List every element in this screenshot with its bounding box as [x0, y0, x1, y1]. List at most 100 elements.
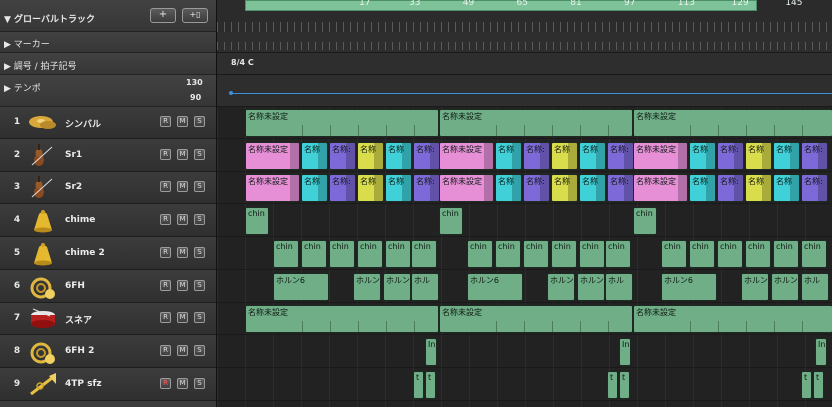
track-name[interactable]: 6FH 2: [65, 346, 94, 356]
region[interactable]: chin: [689, 239, 715, 268]
track-header-1[interactable]: 1 シンバル R M S: [0, 107, 216, 139]
region[interactable]: ホルン: [741, 272, 769, 301]
track-header-3[interactable]: 3 Sr2 R M S: [0, 172, 216, 205]
track-lane-5[interactable]: chin chin chin chin chin chin chin chin chin chin…: [217, 238, 832, 270]
solo-button[interactable]: S: [194, 377, 205, 389]
track-lane-7[interactable]: 名称未設定 名称未設定 名称未設定: [217, 303, 832, 336]
mute-button[interactable]: M: [177, 246, 188, 258]
mute-button[interactable]: M: [177, 344, 188, 356]
region[interactable]: ホルン: [353, 272, 381, 301]
track-name[interactable]: Sr1: [65, 150, 82, 160]
region[interactable]: t: [813, 370, 824, 399]
track-lane-8[interactable]: In In In: [217, 336, 832, 368]
record-enable-button[interactable]: R: [160, 116, 171, 127]
region[interactable]: chin: [633, 207, 657, 236]
tempo-line[interactable]: [231, 93, 832, 94]
violin-icon[interactable]: [28, 175, 58, 201]
track-name[interactable]: シンバル: [65, 117, 101, 130]
global-tracks-label[interactable]: ▼ グローバルトラック: [4, 12, 95, 25]
region[interactable]: chin: [523, 239, 549, 268]
region[interactable]: 名称未設定: [245, 141, 300, 170]
region[interactable]: 名称未設定: [439, 305, 633, 334]
region[interactable]: 名称: [495, 174, 522, 203]
region[interactable]: 名称:: [717, 174, 744, 203]
track-lane-3[interactable]: 名称未設定 名称 名称: 名称 名称 名称: 名称未設定 名称 名称: 名称 名称 名称: 名称未設定名…: [217, 172, 832, 205]
region[interactable]: chin: [385, 239, 411, 268]
region[interactable]: 名称: [689, 141, 716, 170]
solo-button[interactable]: S: [194, 312, 205, 324]
region[interactable]: 名称: [357, 174, 384, 203]
region[interactable]: ホルン6: [661, 272, 717, 301]
region[interactable]: 名称:: [607, 141, 634, 170]
region[interactable]: In: [815, 337, 827, 366]
region[interactable]: ホルン:: [771, 272, 799, 301]
solo-button[interactable]: S: [194, 148, 205, 160]
marker-lane[interactable]: [217, 32, 832, 53]
horn-icon[interactable]: [28, 274, 58, 300]
track-name[interactable]: chime 2: [65, 248, 105, 258]
marker-track-row[interactable]: ▶ マーカー: [0, 32, 216, 53]
bell-icon[interactable]: [28, 208, 58, 234]
track-name[interactable]: スネア: [65, 313, 92, 326]
record-enable-button[interactable]: R: [160, 344, 171, 356]
tempo-node[interactable]: [229, 91, 233, 95]
track-header-7[interactable]: 7 スネア R M S: [0, 303, 216, 336]
solo-button[interactable]: S: [194, 344, 205, 356]
solo-button[interactable]: S: [194, 279, 205, 291]
tempo-track-label[interactable]: ▶ テンポ: [4, 81, 41, 94]
track-lane-9[interactable]: tttttt: [217, 369, 832, 401]
region[interactable]: t: [425, 370, 436, 399]
solo-button[interactable]: S: [194, 181, 205, 193]
track-header-9[interactable]: 9 4TP sfz R M S: [0, 368, 216, 401]
region[interactable]: 名称未設定: [439, 141, 494, 170]
region[interactable]: chin: [495, 239, 521, 268]
record-enable-button[interactable]: R: [160, 181, 171, 193]
mute-button[interactable]: M: [177, 279, 188, 291]
region[interactable]: 名称: [551, 141, 578, 170]
region[interactable]: ホルン6: [273, 272, 329, 301]
region[interactable]: 名称: [579, 174, 606, 203]
mute-button[interactable]: M: [177, 312, 188, 324]
region[interactable]: 名称:: [607, 174, 634, 203]
region[interactable]: ホルン: [547, 272, 575, 301]
mute-button[interactable]: M: [177, 116, 188, 127]
region[interactable]: ホル: [801, 272, 829, 301]
record-enable-button[interactable]: R: [160, 148, 171, 160]
signature-value[interactable]: 8/4 C: [231, 58, 254, 67]
region-lanes[interactable]: 名称未設定 名称未設定 名称未設定 名称未設定 名称 名称: 名称 名称 名称: 名称未設定 名称名…: [217, 107, 832, 407]
region[interactable]: 名称: [357, 141, 384, 170]
record-enable-button[interactable]: R: [160, 246, 171, 258]
region[interactable]: t: [607, 370, 618, 399]
region[interactable]: 名称: [301, 141, 328, 170]
bar-ruler[interactable]: 173349658197113129145161: [217, 0, 832, 32]
region[interactable]: ホルン:: [577, 272, 605, 301]
cymbal-icon[interactable]: [28, 110, 58, 136]
region[interactable]: 名称: [579, 141, 606, 170]
region[interactable]: 名称未設定: [245, 109, 439, 137]
region[interactable]: chin: [411, 239, 437, 268]
region[interactable]: 名称:: [717, 141, 744, 170]
region[interactable]: 名称未設定: [633, 305, 832, 334]
region[interactable]: chin: [745, 239, 771, 268]
region[interactable]: In: [619, 337, 631, 366]
track-name[interactable]: 4TP sfz: [65, 379, 102, 389]
region[interactable]: 名称未設定: [439, 174, 494, 203]
region[interactable]: 名称未設定: [245, 305, 439, 334]
record-enable-button[interactable]: R: [160, 214, 171, 226]
signature-track-row[interactable]: ▶ 調号 / 拍子記号: [0, 53, 216, 75]
region[interactable]: 名称未設定: [439, 109, 633, 137]
region[interactable]: chin: [245, 207, 269, 236]
track-name[interactable]: Sr2: [65, 182, 82, 192]
region[interactable]: chin: [661, 239, 687, 268]
signature-lane[interactable]: 8/4 C: [217, 53, 832, 75]
region[interactable]: 名称: [745, 174, 772, 203]
region[interactable]: 名称:: [329, 141, 356, 170]
track-lane-6[interactable]: ホルン6 ホルン ホルン: ホル ホルン6 ホルン ホルン: ホル ホルン6 ホルン ホルン: ホル: [217, 271, 832, 303]
track-lane-2[interactable]: 名称未設定 名称 名称: 名称 名称 名称: 名称未設定 名称 名称: 名称 名称 名称: 名称未設定名…: [217, 140, 832, 172]
track-lane-4[interactable]: chin chin chin: [217, 205, 832, 238]
record-enable-button[interactable]: R: [160, 279, 171, 291]
track-lane-1[interactable]: 名称未設定 名称未設定 名称未設定: [217, 107, 832, 139]
region[interactable]: t: [619, 370, 630, 399]
region[interactable]: 名称未設定: [633, 109, 832, 137]
violin-icon[interactable]: [28, 143, 58, 169]
